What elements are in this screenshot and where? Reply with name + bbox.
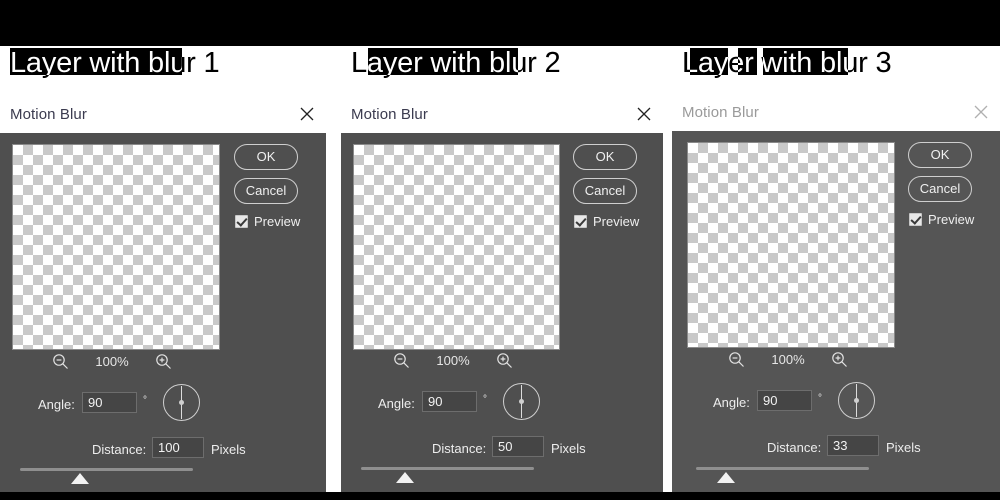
close-icon[interactable] (298, 105, 316, 123)
zoom-in-icon[interactable] (831, 351, 848, 368)
dialog-title-1: Motion Blur (10, 106, 87, 123)
preview-checkbox-row-1[interactable]: Preview (235, 214, 300, 229)
angle-dial-1[interactable] (163, 384, 200, 421)
angle-input-2[interactable]: 90 (422, 391, 477, 412)
angle-dial-hub-3 (854, 398, 859, 403)
ok-button-3[interactable]: OK (908, 142, 972, 168)
motion-blur-dialog-1: Motion Blur OK Cancel Preview 100% Angle… (0, 98, 326, 492)
angle-label-1: Angle: (38, 397, 75, 412)
dialog-body-1: OK Cancel Preview 100% Angle: 90 ° Dista… (0, 133, 326, 492)
distance-slider-track-3[interactable] (696, 467, 869, 470)
dialog-titlebar-3: Motion Blur (672, 96, 1000, 131)
zoom-in-icon[interactable] (496, 352, 513, 369)
angle-dial-3[interactable] (838, 382, 875, 419)
preview-checkbox-1[interactable] (235, 215, 248, 228)
dialog-body-2: OK Cancel Preview 100% Angle: 90 ° Dista… (341, 133, 663, 492)
preview-label-3: Preview (928, 212, 975, 227)
zoom-controls-2: 100% (393, 352, 513, 369)
blur-preview-canvas-3[interactable] (687, 142, 895, 348)
distance-slider-thumb-1[interactable] (71, 473, 89, 484)
zoom-out-icon[interactable] (728, 351, 745, 368)
cancel-button-3[interactable]: Cancel (908, 176, 972, 202)
screen: Layer with blur 1 Motion Blur OK Cancel … (0, 0, 1000, 500)
angle-input-1[interactable]: 90 (82, 392, 137, 413)
angle-degree-symbol-1: ° (143, 395, 147, 406)
zoom-controls-1: 100% (52, 353, 172, 370)
ok-button-1[interactable]: OK (234, 144, 298, 170)
cancel-button-1[interactable]: Cancel (234, 178, 298, 204)
layer-title-1: Layer with blur 1 (10, 47, 220, 79)
dialog-title-2: Motion Blur (351, 106, 428, 123)
close-icon[interactable] (635, 105, 653, 123)
angle-input-3[interactable]: 90 (757, 390, 812, 411)
zoom-level-2: 100% (436, 353, 470, 368)
ok-button-2[interactable]: OK (573, 144, 637, 170)
dialog-titlebar-1: Motion Blur (0, 98, 326, 133)
preview-label-2: Preview (593, 214, 640, 229)
motion-blur-dialog-3: Motion Blur OK Cancel Preview 100% Angle… (672, 96, 1000, 492)
distance-label-3: Distance: (767, 440, 822, 455)
blur-preview-canvas-2[interactable] (353, 144, 560, 350)
motion-blur-dialog-2: Motion Blur OK Cancel Preview 100% Angle… (341, 98, 663, 492)
layer-title-2-wrap: Layer with blur 2 (341, 46, 663, 80)
distance-units-1: Pixels (211, 442, 246, 457)
blur-preview-canvas-1[interactable] (12, 144, 220, 350)
distance-input-1[interactable]: 100 (152, 437, 204, 458)
zoom-out-icon[interactable] (52, 353, 69, 370)
zoom-controls-3: 100% (728, 351, 848, 368)
preview-label-1: Preview (254, 214, 301, 229)
preview-checkbox-2[interactable] (574, 215, 587, 228)
angle-label-3: Angle: (713, 395, 750, 410)
zoom-level-3: 100% (771, 352, 805, 367)
distance-label-1: Distance: (92, 442, 147, 457)
layer-title-3: Layer with blur 3 (682, 47, 892, 79)
dialog-title-3: Motion Blur (682, 104, 759, 121)
zoom-out-icon[interactable] (393, 352, 410, 369)
distance-input-2[interactable]: 50 (492, 436, 544, 457)
angle-label-2: Angle: (378, 396, 415, 411)
close-icon[interactable] (972, 103, 990, 121)
distance-slider-thumb-2[interactable] (396, 472, 414, 483)
distance-units-2: Pixels (551, 441, 586, 456)
distance-slider-track-1[interactable] (20, 468, 193, 471)
distance-slider-thumb-3[interactable] (717, 472, 735, 483)
distance-input-3[interactable]: 33 (827, 435, 879, 456)
layer-title-2: Layer with blur 2 (351, 47, 561, 79)
angle-dial-2[interactable] (503, 383, 540, 420)
distance-units-3: Pixels (886, 440, 921, 455)
angle-dial-hub-1 (179, 400, 184, 405)
zoom-level-1: 100% (95, 354, 129, 369)
distance-label-2: Distance: (432, 441, 487, 456)
dialog-body-3: OK Cancel Preview 100% Angle: 90 ° Dista… (672, 131, 1000, 492)
cancel-button-2[interactable]: Cancel (573, 178, 637, 204)
angle-degree-symbol-3: ° (818, 393, 822, 404)
preview-checkbox-3[interactable] (909, 213, 922, 226)
angle-dial-hub-2 (519, 399, 524, 404)
panel-2: Layer with blur 2 Motion Blur OK Cancel … (341, 0, 663, 500)
distance-slider-track-2[interactable] (361, 467, 534, 470)
zoom-in-icon[interactable] (155, 353, 172, 370)
panel-3: Layer with blur 3 Motion Blur OK Cancel … (672, 0, 1000, 500)
angle-degree-symbol-2: ° (483, 394, 487, 405)
preview-checkbox-row-3[interactable]: Preview (909, 212, 974, 227)
dialog-titlebar-2: Motion Blur (341, 98, 663, 133)
layer-title-1-wrap: Layer with blur 1 (0, 46, 330, 80)
preview-checkbox-row-2[interactable]: Preview (574, 214, 639, 229)
panel-1: Layer with blur 1 Motion Blur OK Cancel … (0, 0, 330, 500)
layer-title-3-wrap: Layer with blur 3 (672, 46, 1000, 80)
